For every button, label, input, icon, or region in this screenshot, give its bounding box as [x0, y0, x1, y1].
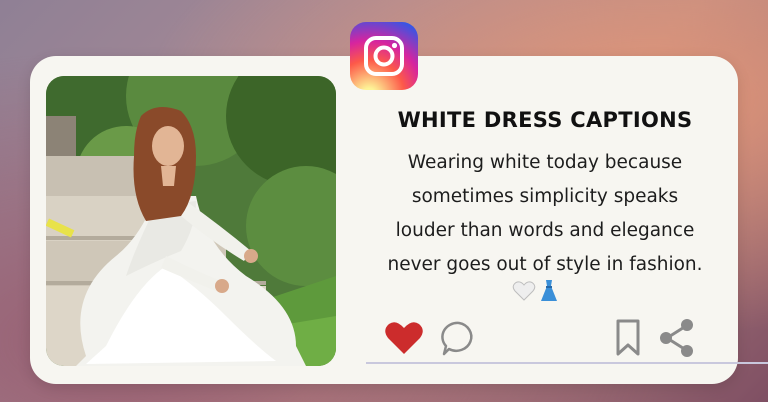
caption-line: Wearing white today because	[407, 152, 683, 173]
share-icon[interactable]	[658, 318, 696, 362]
bookmark-icon[interactable]	[614, 318, 642, 362]
post-photo	[46, 76, 336, 366]
instagram-icon	[350, 22, 418, 90]
caption-line: louder than words and elegance	[395, 220, 695, 241]
divider	[366, 362, 768, 364]
blue-dress-icon	[541, 280, 557, 301]
caption-line: never goes out of style in fashion.	[387, 254, 703, 275]
post-caption: Wearing white today because sometimes si…	[340, 146, 750, 282]
post-title: WHITE DRESS CAPTIONS	[397, 108, 693, 132]
comment-icon[interactable]	[440, 320, 478, 362]
heart-icon[interactable]	[384, 320, 424, 360]
caption-line: sometimes simplicity speaks	[411, 186, 679, 207]
white-heart-icon	[512, 281, 536, 301]
caption-emojis	[512, 279, 568, 303]
